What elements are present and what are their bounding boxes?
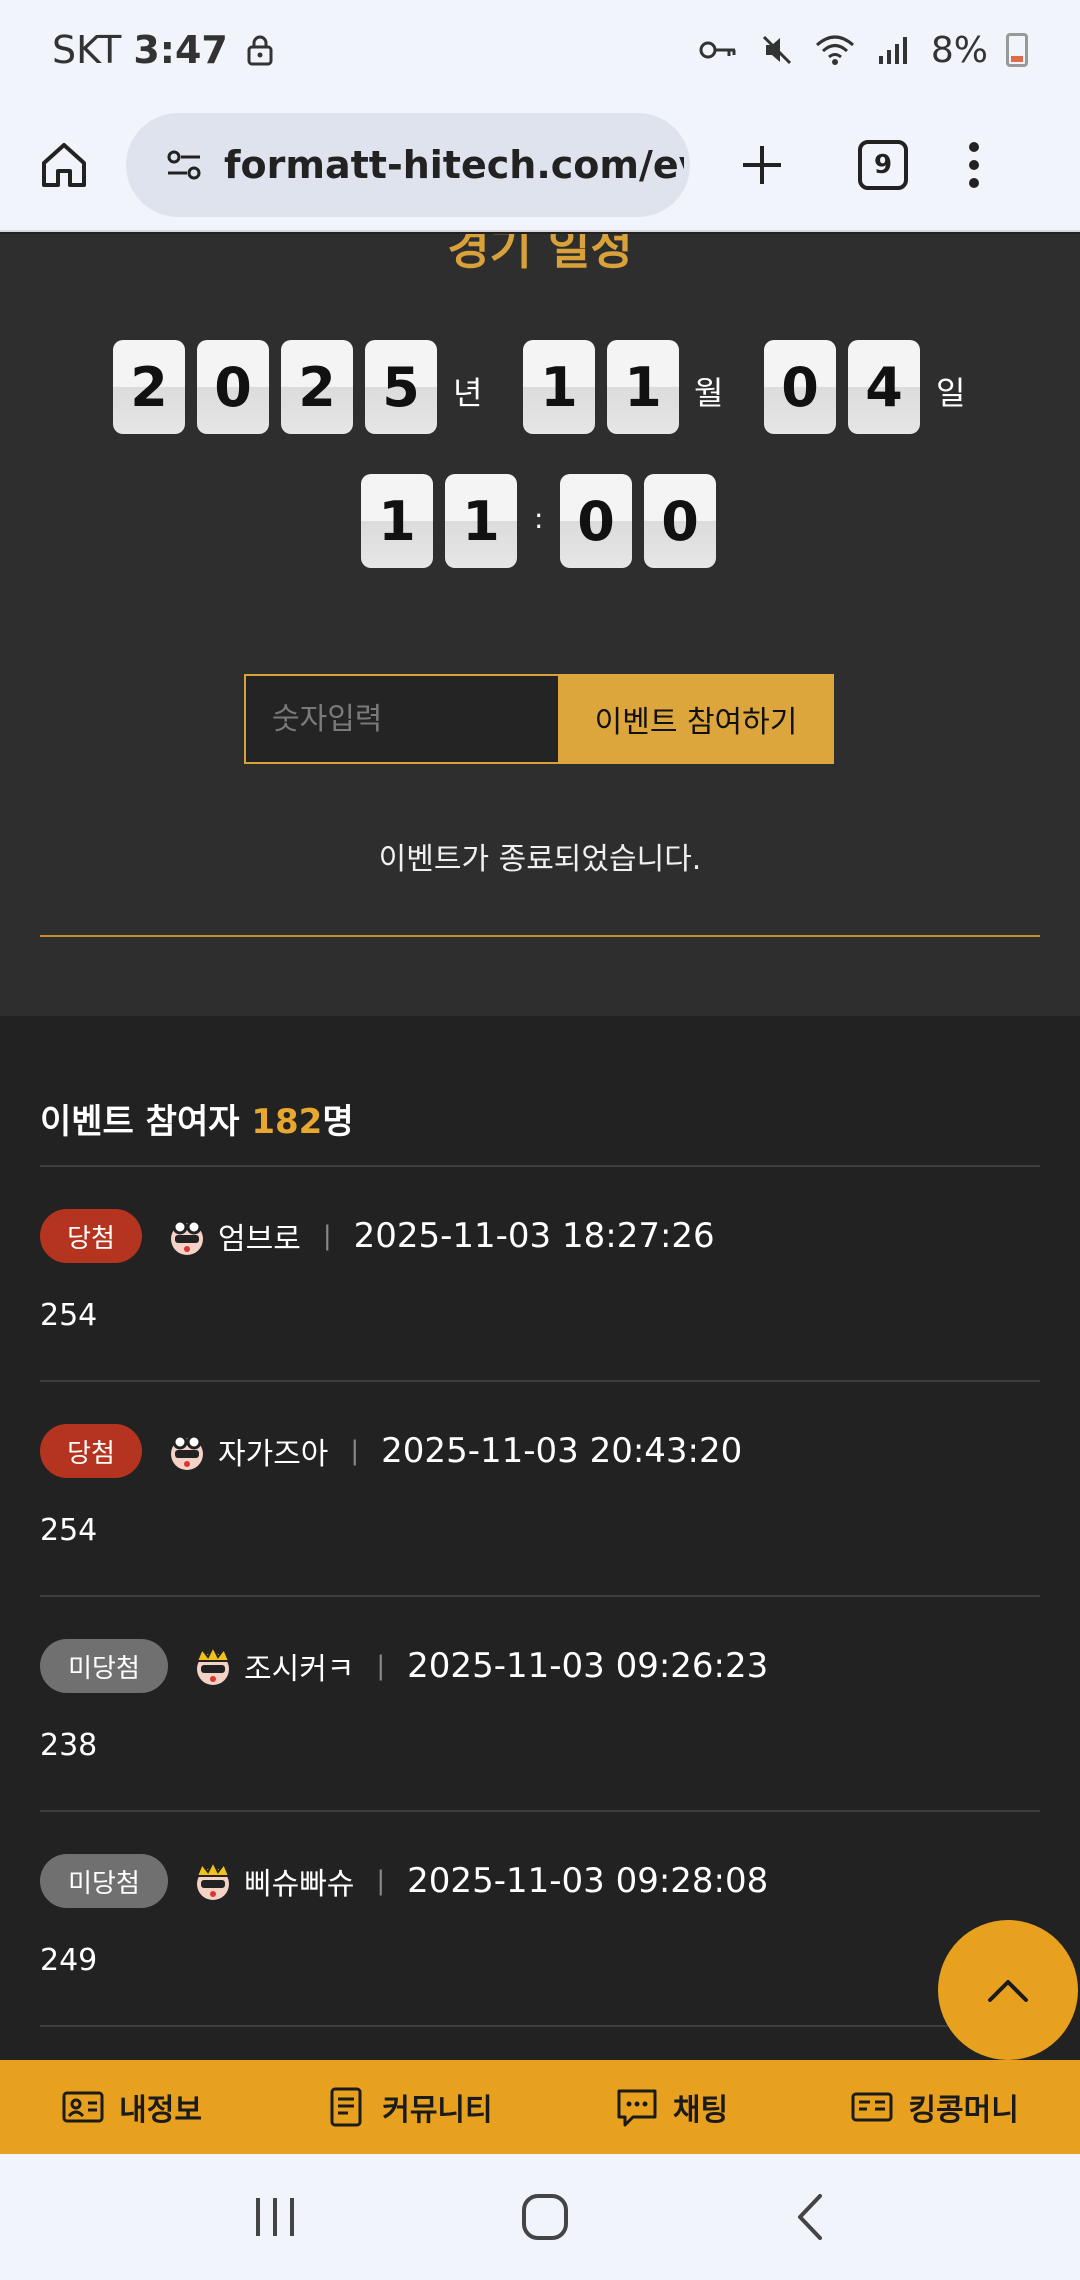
tab-switcher-button[interactable]: 9 (858, 140, 908, 190)
vpn-key-icon (699, 30, 739, 70)
signal-icon (873, 30, 913, 70)
year-digit: 0 (197, 340, 269, 434)
avatar-icon (195, 1860, 231, 1900)
month-digit: 1 (607, 340, 679, 434)
result-badge: 미당첨 (40, 1854, 168, 1908)
nickname: 자가즈아 (218, 1437, 329, 1472)
timestamp: 2025-11-03 09:26:23 (407, 1646, 769, 1686)
avatar-icon (195, 1645, 231, 1685)
participants-count: 182 (251, 1102, 323, 1142)
url-field[interactable]: formatt-hitech.com/even (126, 113, 690, 217)
separator: | (376, 1651, 386, 1681)
participants-section: 이벤트 참여자 182명 당첨 엄브로 | 2025-11-03 18:27:2… (0, 1016, 1080, 2060)
status-bar: SKT 3:47 8% (0, 0, 1080, 100)
event-ended-message: 이벤트가 종료되었습니다. (378, 842, 702, 877)
home-icon[interactable] (36, 137, 92, 193)
minute-digit: 0 (644, 474, 716, 568)
browser-toolbar: formatt-hitech.com/even 9 (0, 100, 1080, 232)
entry-value: 249 (40, 1943, 98, 1978)
nav-label: 내정보 (119, 2093, 202, 2128)
nav-label: 커뮤니티 (382, 2093, 493, 2128)
day-unit: 일 (936, 374, 966, 412)
battery-percent: 8% (930, 29, 988, 71)
system-nav-bar (0, 2154, 1080, 2280)
profile-card-icon (62, 2091, 104, 2123)
participants-heading-suffix: 명 (322, 1102, 354, 1142)
result-badge: 미당첨 (40, 1639, 168, 1693)
list-item: 당첨 엄브로 | 2025-11-03 18:27:26 254 (40, 1166, 1040, 1380)
list-item: 미당첨 삐슈빠슈 | 2025-11-03 09:28:08 249 (40, 1811, 1040, 2025)
battery-icon (1006, 33, 1028, 67)
minute-digit: 0 (560, 474, 632, 568)
avatar-icon (171, 1219, 203, 1255)
bottom-nav: 내정보 커뮤니티 채팅 킹콩머니 (0, 2060, 1080, 2154)
divider (40, 2025, 1040, 2027)
new-tab-icon[interactable] (734, 137, 790, 193)
divider (40, 935, 1040, 937)
join-event-button[interactable]: 이벤트 참여하기 (558, 674, 834, 764)
site-settings-icon[interactable] (162, 143, 206, 187)
avatar-icon (171, 1434, 203, 1470)
entry-value: 254 (40, 1513, 98, 1548)
separator: | (350, 1436, 360, 1466)
month-unit: 월 (694, 374, 724, 412)
recent-apps-icon[interactable] (250, 2194, 300, 2240)
nav-my-info[interactable]: 내정보 (61, 2085, 202, 2129)
clock: 3:47 (133, 28, 228, 72)
more-menu-icon[interactable] (964, 142, 984, 188)
back-icon[interactable] (790, 2192, 830, 2242)
mute-icon (757, 30, 797, 70)
nickname: 엄브로 (218, 1222, 301, 1257)
result-badge: 당첨 (40, 1424, 142, 1478)
schedule-panel: 경기 일정 2 0 2 5 년 1 1 월 0 4 일 1 1 : 0 0 이벤… (0, 234, 1080, 1016)
nav-label: 킹콩머니 (908, 2093, 1019, 2128)
carrier-label: SKT (52, 28, 122, 72)
day-digit: 4 (848, 340, 920, 434)
nickname: 삐슈빠슈 (244, 1867, 355, 1902)
hour-digit: 1 (445, 474, 517, 568)
nav-chat[interactable]: 채팅 (615, 2085, 728, 2129)
entry-value: 238 (40, 1728, 98, 1763)
time-colon: : (534, 502, 544, 535)
separator: | (322, 1221, 332, 1251)
participants-heading-prefix: 이벤트 참여자 (40, 1102, 252, 1142)
nav-community[interactable]: 커뮤니티 (324, 2085, 493, 2129)
year-digit: 2 (281, 340, 353, 434)
money-card-icon (851, 2092, 893, 2122)
hour-digit: 1 (361, 474, 433, 568)
month-digit: 1 (523, 340, 595, 434)
wifi-icon (815, 30, 855, 70)
year-digit: 2 (113, 340, 185, 434)
day-digit: 0 (764, 340, 836, 434)
scroll-to-top-button[interactable] (938, 1920, 1078, 2060)
nickname: 조시커ㅋ (244, 1652, 355, 1687)
timestamp: 2025-11-03 09:28:08 (407, 1861, 769, 1901)
participants-heading: 이벤트 참여자 182명 (40, 1094, 354, 1143)
list-item: 당첨 자가즈아 | 2025-11-03 20:43:20 254 (40, 1381, 1040, 1595)
number-input[interactable] (244, 674, 558, 764)
timestamp: 2025-11-03 18:27:26 (353, 1216, 715, 1256)
result-badge: 당첨 (40, 1209, 142, 1263)
document-icon (330, 2087, 362, 2127)
year-digit: 5 (365, 340, 437, 434)
lock-icon (240, 30, 280, 70)
year-unit: 년 (453, 374, 483, 412)
chevron-up-icon (988, 1980, 1028, 2002)
chat-icon (617, 2089, 657, 2127)
schedule-title: 경기 일정 (447, 234, 633, 274)
entry-value: 254 (40, 1298, 98, 1333)
nav-label: 채팅 (672, 2093, 729, 2128)
timestamp: 2025-11-03 20:43:20 (381, 1431, 743, 1471)
list-item: 미당첨 조시커ㅋ | 2025-11-03 09:26:23 238 (40, 1596, 1040, 1810)
separator: | (376, 1866, 386, 1896)
home-button-icon[interactable] (520, 2192, 570, 2242)
nav-money[interactable]: 킹콩머니 (850, 2085, 1019, 2129)
url-text: formatt-hitech.com/even (224, 143, 684, 187)
